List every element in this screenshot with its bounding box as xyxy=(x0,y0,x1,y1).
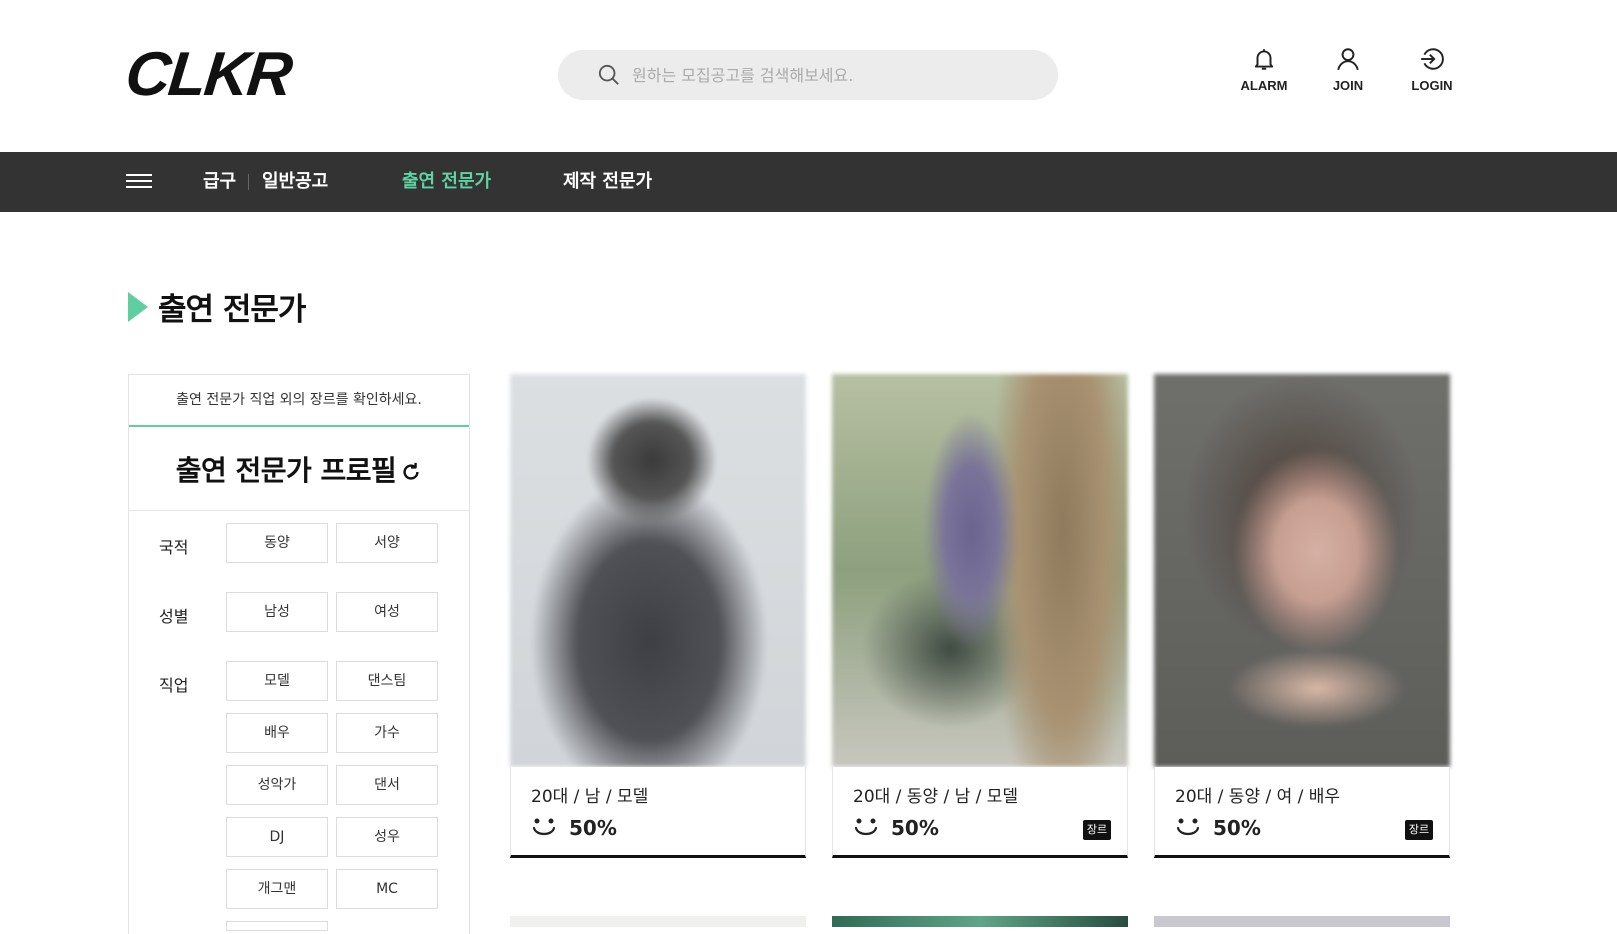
profile-meta: 20대 / 동양 / 여 / 배우 xyxy=(1175,787,1341,807)
profile-card[interactable]: 20대 / 남 / 모델 50% xyxy=(510,374,806,858)
profile-photo[interactable] xyxy=(832,374,1128,767)
bell-icon xyxy=(1254,49,1274,70)
genre-badge[interactable]: 장르 xyxy=(1405,820,1433,840)
filter-option-vocalist[interactable]: 성악가 xyxy=(226,765,328,805)
filter-option-more[interactable] xyxy=(226,921,328,931)
profile-info: 20대 / 남 / 모델 50% xyxy=(510,767,806,858)
filter-option-comedian[interactable]: 개그맨 xyxy=(226,869,328,909)
site-logo[interactable]: CLKR xyxy=(122,40,293,109)
filter-title: 출연 전문가 프로필 xyxy=(175,453,397,487)
filter-header: 출연 전문가 프로필 xyxy=(129,427,469,511)
site-header: CLKR ALARM JOIN LOGIN xyxy=(0,0,1617,152)
profile-info: 20대 / 동양 / 여 / 배우 50% 장르 xyxy=(1154,767,1450,858)
join-button[interactable]: JOIN xyxy=(1306,46,1390,93)
profile-score: 50% xyxy=(1175,815,1261,841)
join-label: JOIN xyxy=(1332,78,1364,93)
smile-icon xyxy=(854,818,878,836)
page-title: 출연 전문가 xyxy=(158,292,306,328)
profile-photo[interactable] xyxy=(510,374,806,767)
refresh-icon[interactable] xyxy=(400,461,422,483)
filter-option-voice-actor[interactable]: 성우 xyxy=(336,817,438,857)
profile-score: 50% xyxy=(531,815,617,841)
filter-option-dj[interactable]: DJ xyxy=(226,817,328,857)
page-title-block: 출연 전문가 xyxy=(128,284,306,329)
filter-option-dance-team[interactable]: 댄스팀 xyxy=(336,661,438,701)
filter-label-nationality: 국적 xyxy=(159,538,189,557)
nav-item-general[interactable]: 일반공고 xyxy=(262,152,328,212)
profile-info: 20대 / 동양 / 남 / 모델 50% 장르 xyxy=(832,767,1128,858)
menu-icon[interactable] xyxy=(126,174,152,190)
filter-panel: 출연 전문가 직업 외의 장르를 확인하세요. 출연 전문가 프로필 국적 동양… xyxy=(128,374,470,934)
profile-meta: 20대 / 동양 / 남 / 모델 xyxy=(853,787,1019,807)
profile-card-peek[interactable] xyxy=(832,916,1128,927)
filter-option-male[interactable]: 남성 xyxy=(226,592,328,632)
filter-label-job: 직업 xyxy=(159,676,189,695)
profile-meta: 20대 / 남 / 모델 xyxy=(531,787,649,807)
nav-item-urgent[interactable]: 급구 xyxy=(203,152,236,212)
genre-badge[interactable]: 장르 xyxy=(1083,820,1111,840)
profile-photo[interactable] xyxy=(1154,374,1450,767)
profile-card-peek[interactable] xyxy=(510,916,806,927)
smile-icon xyxy=(1176,818,1200,836)
profile-score-value: 50% xyxy=(1213,816,1261,840)
profile-score: 50% xyxy=(853,815,939,841)
header-actions: ALARM JOIN LOGIN xyxy=(1222,46,1474,93)
profile-score-value: 50% xyxy=(891,816,939,840)
login-button[interactable]: LOGIN xyxy=(1390,46,1474,93)
filter-option-dancer[interactable]: 댄서 xyxy=(336,765,438,805)
profile-card-peek[interactable] xyxy=(1154,916,1450,927)
profile-card[interactable]: 20대 / 동양 / 남 / 모델 50% 장르 xyxy=(832,374,1128,858)
login-icon xyxy=(1421,48,1444,70)
smile-icon xyxy=(532,818,556,836)
filter-option-singer[interactable]: 가수 xyxy=(336,713,438,753)
title-arrow-icon xyxy=(128,291,148,322)
nav-item-producers[interactable]: 제작 전문가 xyxy=(563,152,652,212)
alarm-label: ALARM xyxy=(1240,78,1288,93)
filter-option-east[interactable]: 동양 xyxy=(226,523,328,563)
search-bar[interactable] xyxy=(558,50,1058,100)
filter-option-mc[interactable]: MC xyxy=(336,869,438,909)
search-icon xyxy=(598,64,619,85)
alarm-button[interactable]: ALARM xyxy=(1222,46,1306,93)
nav-divider xyxy=(248,174,249,190)
profile-score-value: 50% xyxy=(569,816,617,840)
main-nav: 급구 일반공고 출연 전문가 제작 전문가 xyxy=(0,152,1617,212)
filter-option-female[interactable]: 여성 xyxy=(336,592,438,632)
user-icon xyxy=(1337,48,1359,71)
filter-label-gender: 성별 xyxy=(159,607,189,626)
nav-item-performers[interactable]: 출연 전문가 xyxy=(402,152,491,212)
login-label: LOGIN xyxy=(1411,78,1453,93)
filter-option-model[interactable]: 모델 xyxy=(226,661,328,701)
filter-option-west[interactable]: 서양 xyxy=(336,523,438,563)
search-input[interactable] xyxy=(632,50,1032,100)
filter-option-actor[interactable]: 배우 xyxy=(226,713,328,753)
profile-card[interactable]: 20대 / 동양 / 여 / 배우 50% 장르 xyxy=(1154,374,1450,858)
filter-notice: 출연 전문가 직업 외의 장르를 확인하세요. xyxy=(129,375,469,427)
